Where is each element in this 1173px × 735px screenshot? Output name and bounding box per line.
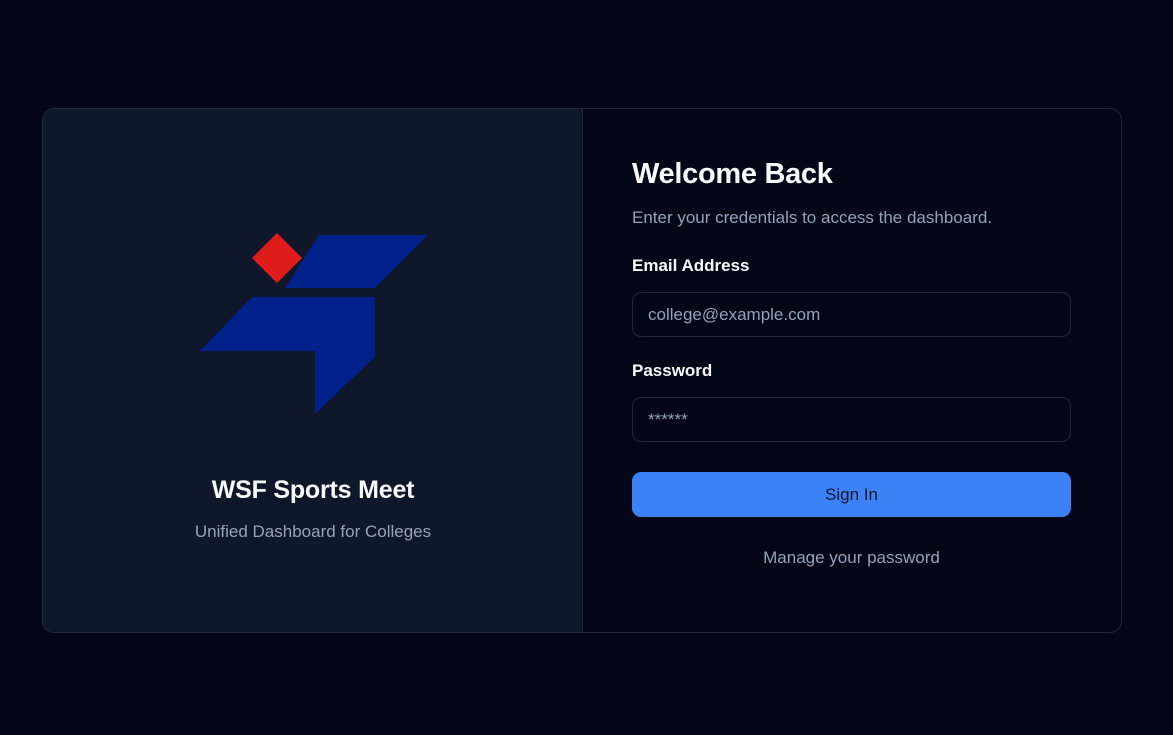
logo-lower-wing (200, 297, 375, 414)
brand-panel: WSF Sports Meet Unified Dashboard for Co… (43, 109, 583, 632)
brand-subtitle: Unified Dashboard for Colleges (194, 522, 432, 541)
logo-upper-band (285, 235, 428, 288)
brand-title: WSF Sports Meet (211, 476, 415, 504)
manage-password-link[interactable]: Manage your password (632, 548, 1071, 568)
login-form-panel: Welcome Back Enter your credentials to a… (583, 109, 1121, 632)
login-card: WSF Sports Meet Unified Dashboard for Co… (42, 108, 1122, 633)
password-label: Password (632, 361, 713, 380)
form-heading: Welcome Back (632, 158, 833, 190)
email-label: Email Address (632, 256, 750, 275)
wsf-logo-icon (200, 233, 428, 414)
password-field[interactable] (632, 397, 1071, 442)
sign-in-button[interactable]: Sign In (632, 472, 1071, 517)
email-field[interactable] (632, 292, 1071, 337)
form-subheading: Enter your credentials to access the das… (632, 208, 993, 227)
